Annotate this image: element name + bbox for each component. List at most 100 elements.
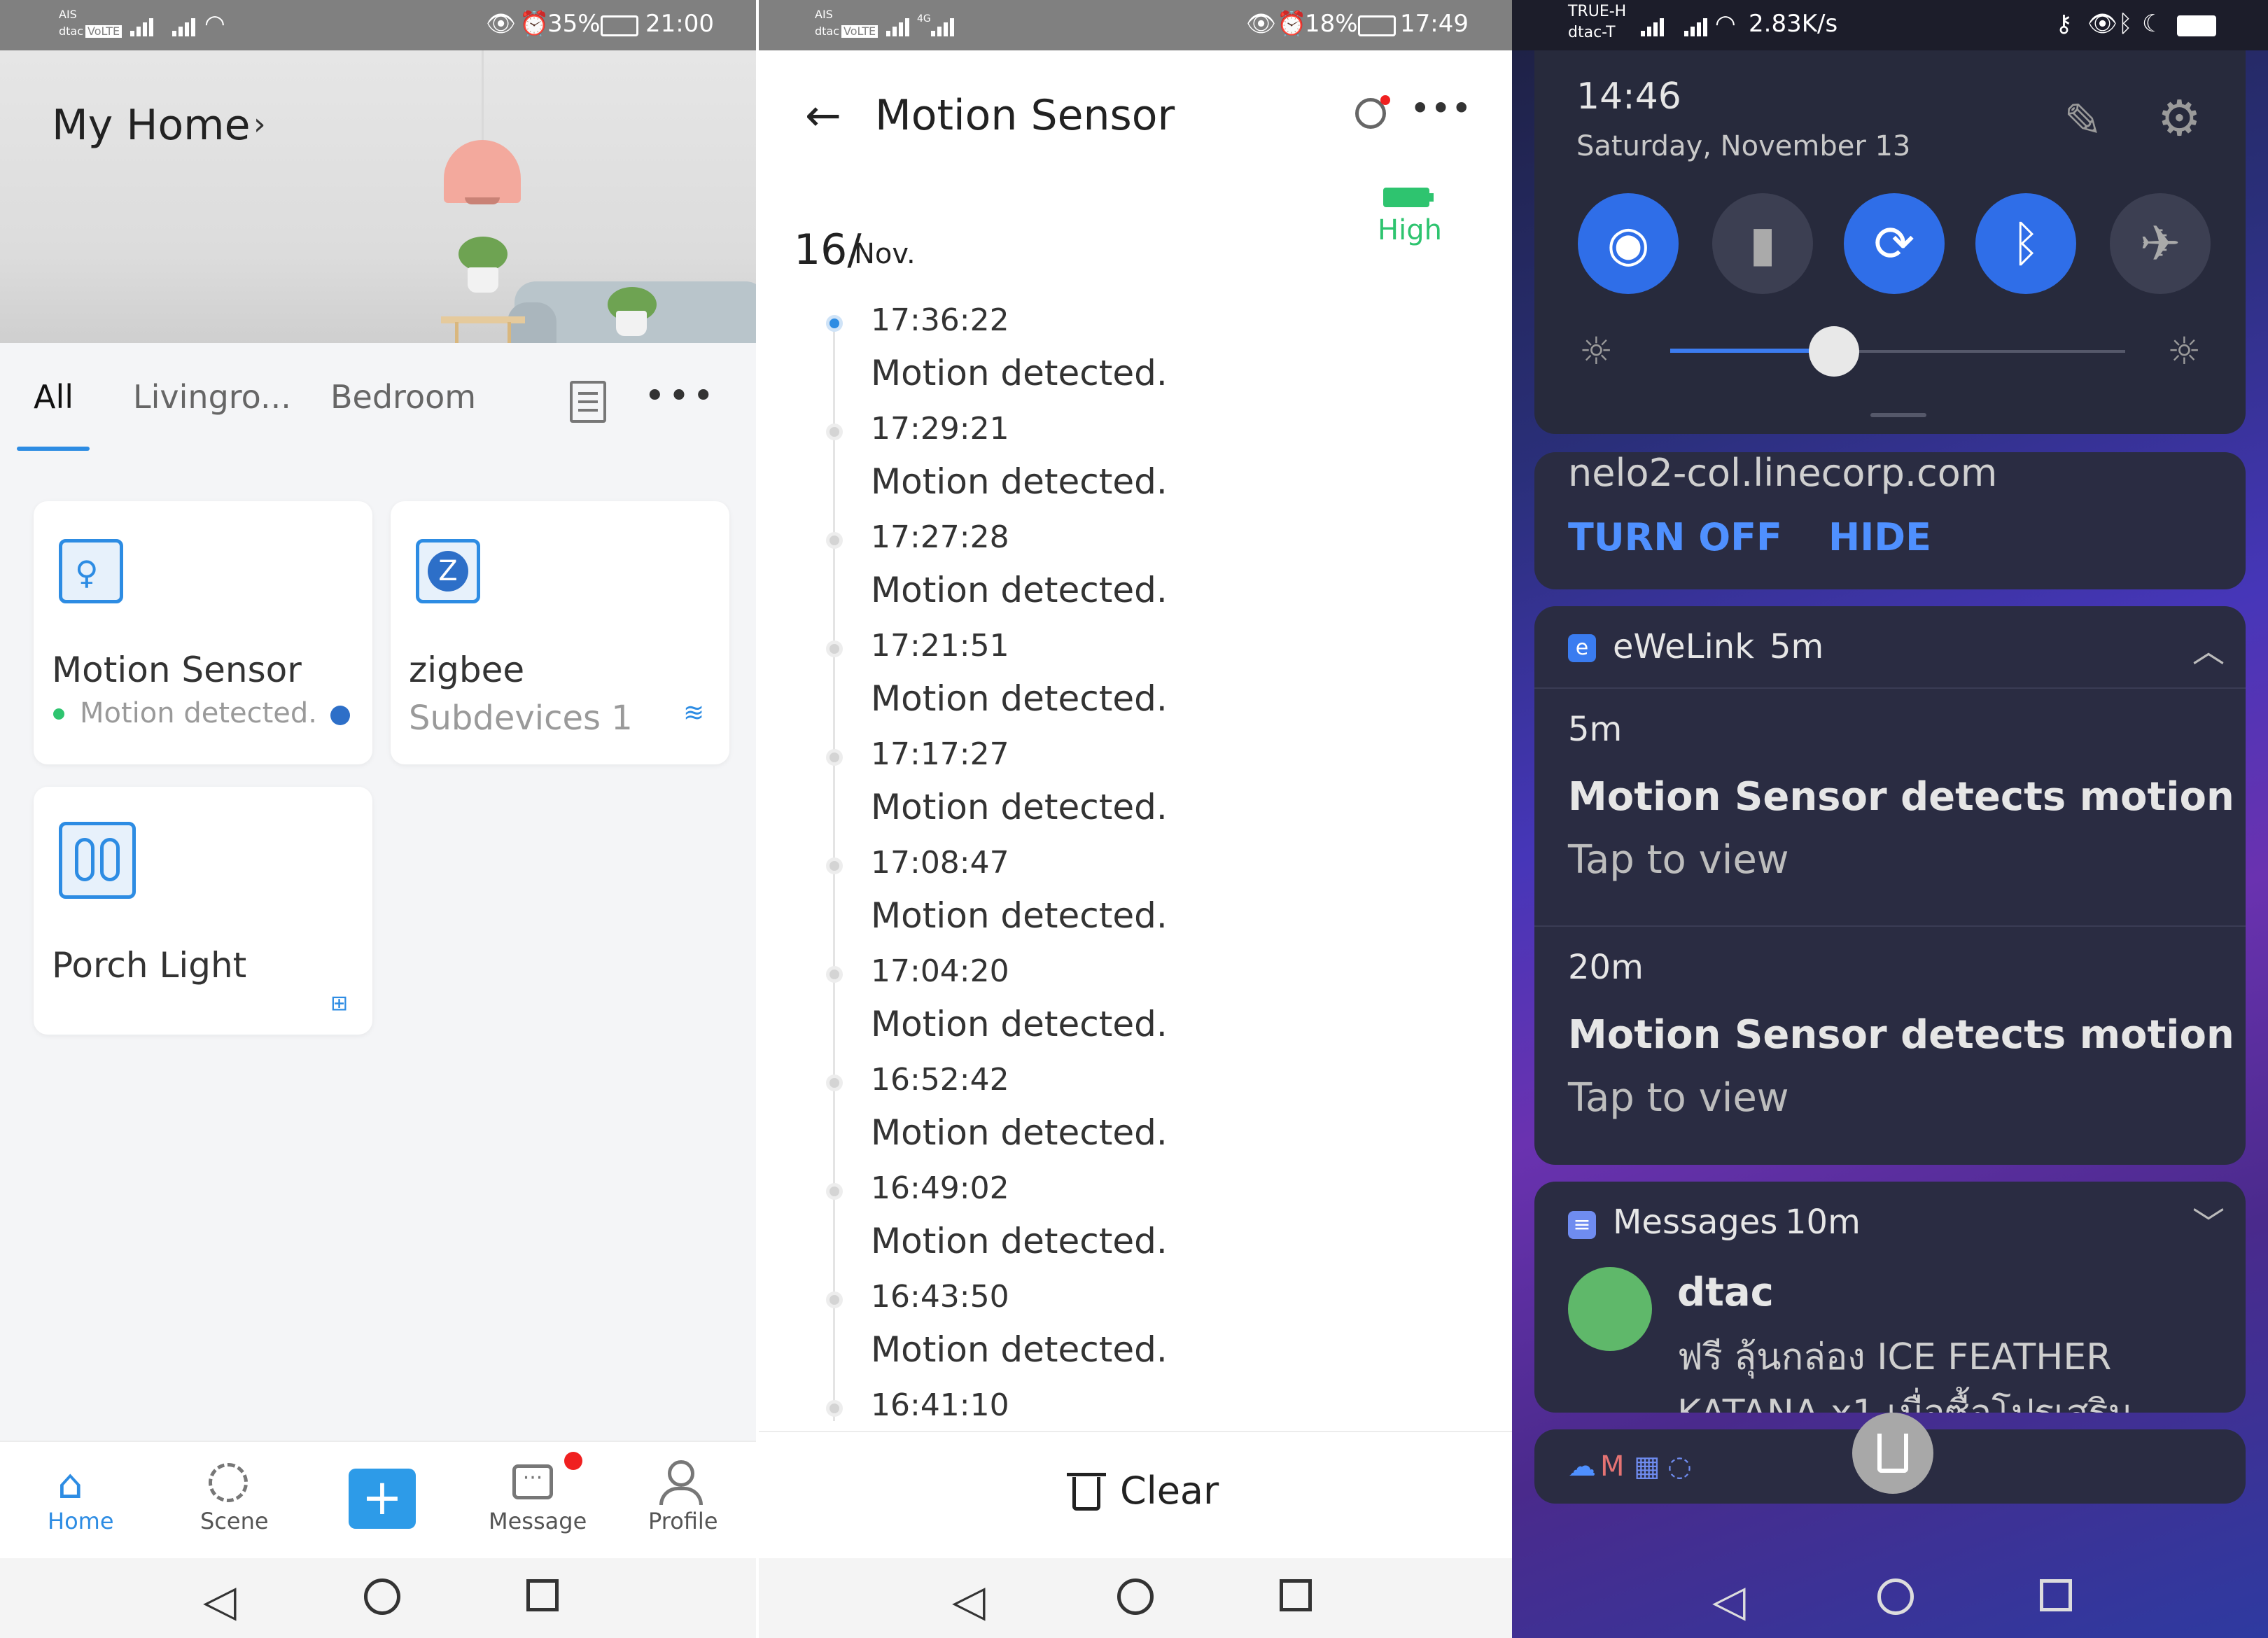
carrier-2: dtac xyxy=(59,24,84,38)
pendant-lamp xyxy=(444,140,521,203)
moon-icon: ☾ xyxy=(2142,10,2164,38)
flashlight-toggle[interactable]: ▮ xyxy=(1712,193,1813,294)
unread-badge xyxy=(564,1452,582,1470)
ewelink-app-icon: e xyxy=(1568,634,1596,662)
list-view-icon[interactable] xyxy=(570,381,606,423)
device-name: Porch Light xyxy=(52,945,247,986)
device-card-zigbee[interactable]: Z zigbee Subdevices 1 ≋ xyxy=(391,501,729,764)
edit-icon[interactable]: ✎ xyxy=(2064,94,2102,148)
home-circle-icon[interactable] xyxy=(1117,1578,1154,1615)
timeline-dot xyxy=(826,424,843,440)
brightness-low-icon: ☼ xyxy=(1579,329,1614,373)
item-age: 5m xyxy=(1568,710,1623,749)
wifi-toggle[interactable]: ◉ xyxy=(1578,193,1679,294)
home-circle-icon[interactable] xyxy=(364,1578,400,1615)
more-icon[interactable]: ••• xyxy=(1410,88,1471,129)
timeline-dot xyxy=(826,1183,843,1200)
tab-livingroom[interactable]: Livingro... xyxy=(133,378,291,416)
clear-button[interactable]: Clear xyxy=(1120,1469,1219,1513)
nav-profile[interactable]: Profile xyxy=(648,1508,718,1534)
nav-home[interactable]: Home xyxy=(48,1508,114,1534)
brightness-thumb[interactable] xyxy=(1809,326,1859,377)
chevron-down-icon[interactable]: ﹀ xyxy=(2192,1198,2225,1245)
event-text: Motion detected. xyxy=(871,1112,1168,1153)
add-device-button[interactable]: + xyxy=(349,1469,416,1529)
gear-icon[interactable]: ⚙ xyxy=(2157,90,2202,147)
chevron-up-icon[interactable]: ︿ xyxy=(2192,626,2225,672)
tab-bedroom[interactable]: Bedroom xyxy=(330,378,476,416)
trash-icon[interactable] xyxy=(1072,1477,1100,1511)
battery-icon xyxy=(1358,15,1396,36)
back-icon[interactable]: ◁ xyxy=(952,1575,986,1626)
carrier-2: dtac-T xyxy=(1568,24,1616,41)
turn-off-button[interactable]: TURN OFF xyxy=(1568,515,1782,559)
wifi-icon: ◠ xyxy=(1715,10,1736,38)
app-age: 5m xyxy=(1770,627,1824,666)
status-bar: TRUE-H dtac-T ◠ 2.83K/s ⚷ 👁 ᛒ ☾ xyxy=(1512,0,2268,50)
recent-apps-icon[interactable] xyxy=(1280,1579,1312,1611)
battery-icon xyxy=(601,15,638,36)
home-title[interactable]: My Home xyxy=(52,101,251,150)
bluetooth-toggle[interactable]: ᛒ xyxy=(1975,193,2076,294)
timeline-dot xyxy=(826,858,843,874)
message-line-2: KATANA x1 เมื่อซื้อโปรเสริม xyxy=(1677,1383,2132,1413)
nav-message[interactable]: Message xyxy=(489,1508,587,1534)
back-icon[interactable]: ◁ xyxy=(1712,1575,1746,1626)
item-title[interactable]: Motion Sensor detects motion xyxy=(1568,1012,2234,1058)
home-circle-icon[interactable] xyxy=(1877,1578,1914,1615)
profile-icon[interactable] xyxy=(668,1460,694,1487)
recent-apps-icon[interactable] xyxy=(526,1579,559,1611)
recent-apps-icon[interactable] xyxy=(2040,1579,2072,1611)
clear-all-button[interactable] xyxy=(1852,1413,1933,1494)
gmail-icon: M xyxy=(1600,1450,1625,1483)
battery-level-label: High xyxy=(1378,214,1442,246)
device-card-porch-light[interactable]: Porch Light ⊞ xyxy=(34,787,372,1035)
timeline-dot xyxy=(826,966,843,983)
event-time: 16:41:10 xyxy=(871,1387,1009,1423)
status-bar: AIS dtac VoLTE 4G 👁 ⏰ 18% 17:49 xyxy=(759,0,1512,50)
trash-icon xyxy=(1877,1434,1908,1473)
messages-notification[interactable]: ≡ Messages 10m ﹀ dtac ฟรี ลุ้นกล่อง ICE … xyxy=(1534,1182,2246,1413)
timeline-dot xyxy=(826,532,843,549)
wifi-icon: ≋ xyxy=(683,699,705,727)
tab-all[interactable]: All xyxy=(34,378,74,416)
hide-button[interactable]: HIDE xyxy=(1828,515,1931,559)
home-banner xyxy=(0,50,756,343)
battery-percent: 18% xyxy=(1305,10,1358,38)
auto-rotate-toggle[interactable]: ⟳ xyxy=(1844,193,1945,294)
ewelink-notification-group[interactable]: e eWeLink 5m ︿ 5m Motion Sensor detects … xyxy=(1534,606,2246,1165)
event-text: Motion detected. xyxy=(871,787,1168,827)
event-time: 17:08:47 xyxy=(871,845,1009,881)
qs-drag-handle[interactable] xyxy=(1870,413,1926,417)
network-type: 4G xyxy=(917,13,931,24)
home-icon[interactable]: ⌂ xyxy=(57,1460,83,1508)
scene-icon[interactable] xyxy=(209,1463,248,1502)
motion-sensor-icon: ♀ xyxy=(59,539,123,603)
timeline-line xyxy=(833,329,835,1421)
timeline-dot xyxy=(826,1292,843,1308)
active-tab-indicator xyxy=(17,447,90,451)
volte-badge: VoLTE xyxy=(85,25,122,38)
vpn-notification[interactable]: nelo2-col.linecorp.com TURN OFF HIDE xyxy=(1534,452,2246,589)
eye-icon: 👁 xyxy=(2087,10,2118,38)
device-card-motion-sensor[interactable]: ♀ Motion Sensor Motion detected. xyxy=(34,501,372,764)
back-arrow-icon[interactable]: ← xyxy=(805,90,841,141)
nav-scene[interactable]: Scene xyxy=(200,1508,269,1534)
signal-icon-2 xyxy=(1684,15,1712,36)
back-icon[interactable]: ◁ xyxy=(203,1575,237,1626)
airplane-toggle[interactable]: ✈ xyxy=(2110,193,2211,294)
event-time: 16:52:42 xyxy=(871,1062,1009,1098)
event-time: 17:17:27 xyxy=(871,736,1009,772)
chevron-right-icon[interactable]: › xyxy=(253,106,266,142)
more-icon[interactable]: ••• xyxy=(644,375,717,417)
event-text: Motion detected. xyxy=(871,570,1168,610)
event-time: 16:43:50 xyxy=(871,1279,1009,1315)
item-title[interactable]: Motion Sensor detects motion xyxy=(1568,774,2234,820)
timeline-dot xyxy=(826,315,843,332)
item-body[interactable]: Tap to view xyxy=(1568,837,1789,883)
item-age: 20m xyxy=(1568,948,1644,987)
carrier-1: TRUE-H xyxy=(1568,3,1627,20)
item-body[interactable]: Tap to view xyxy=(1568,1075,1789,1121)
notification-shade: TRUE-H dtac-T ◠ 2.83K/s ⚷ 👁 ᛒ ☾ 14:46 Sa… xyxy=(1512,0,2268,1638)
message-icon[interactable]: ··· xyxy=(512,1464,553,1499)
